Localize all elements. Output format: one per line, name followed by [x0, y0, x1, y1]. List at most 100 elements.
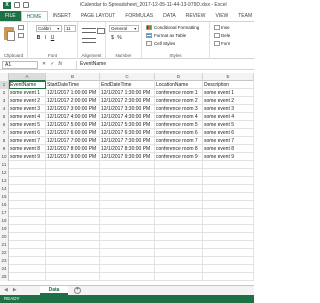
- cell-d5[interactable]: conference room 4: [155, 113, 203, 121]
- cell-c17[interactable]: [100, 209, 155, 217]
- row-header[interactable]: 15: [0, 193, 9, 201]
- cell-a21[interactable]: [9, 241, 46, 249]
- cell-d4[interactable]: conference room 3: [155, 105, 203, 113]
- cell-e22[interactable]: [203, 249, 254, 257]
- tab-insert[interactable]: INSERT: [48, 11, 76, 21]
- cell-e10[interactable]: some event 9: [203, 153, 254, 161]
- row-header[interactable]: 14: [0, 185, 9, 193]
- cell-b16[interactable]: [46, 201, 100, 209]
- cancel-icon[interactable]: ✕: [42, 61, 46, 67]
- cell-e15[interactable]: [203, 193, 254, 201]
- cell-b6[interactable]: 12/1/2017 5:00:00 PM: [46, 121, 100, 129]
- delete-cells-button[interactable]: Dele: [214, 33, 230, 39]
- cell-b13[interactable]: [46, 177, 100, 185]
- cell-b12[interactable]: [46, 169, 100, 177]
- cell-d7[interactable]: conference room 6: [155, 129, 203, 137]
- row-header[interactable]: 9: [0, 145, 9, 153]
- tab-file[interactable]: FILE: [0, 11, 21, 21]
- cell-b9[interactable]: 12/1/2017 8:00:00 PM: [46, 145, 100, 153]
- paste-button[interactable]: [3, 25, 16, 43]
- cell-e20[interactable]: [203, 233, 254, 241]
- cell-d13[interactable]: [155, 177, 203, 185]
- cell-a15[interactable]: [9, 193, 46, 201]
- cell-d2[interactable]: conference room 1: [155, 89, 203, 97]
- cell-d12[interactable]: [155, 169, 203, 177]
- cell-c2[interactable]: 12/1/2017 1:30:00 PM: [100, 89, 155, 97]
- cell-e8[interactable]: some event 7: [203, 137, 254, 145]
- prev-sheet-icon[interactable]: ◀: [4, 287, 8, 293]
- cell-b18[interactable]: [46, 217, 100, 225]
- cell-c3[interactable]: 12/1/2017 2:30:00 PM: [100, 97, 155, 105]
- cell-b20[interactable]: [46, 233, 100, 241]
- cell-a22[interactable]: [9, 249, 46, 257]
- cell-a11[interactable]: [9, 161, 46, 169]
- cell-b8[interactable]: 12/1/2017 7:00:00 PM: [46, 137, 100, 145]
- row-header[interactable]: 18: [0, 217, 9, 225]
- cell-c9[interactable]: 12/1/2017 8:30:00 PM: [100, 145, 155, 153]
- cell-e2[interactable]: some event 1: [203, 89, 254, 97]
- bold-button[interactable]: B: [36, 35, 41, 41]
- align-middle-icon[interactable]: [82, 32, 96, 33]
- cell-a2[interactable]: some event 1: [9, 89, 46, 97]
- row-header[interactable]: 12: [0, 169, 9, 177]
- tab-page-layout[interactable]: PAGE LAYOUT: [76, 11, 121, 21]
- cell-e18[interactable]: [203, 217, 254, 225]
- number-format-select[interactable]: General ▼: [109, 25, 139, 32]
- cell-a12[interactable]: [9, 169, 46, 177]
- cell-a14[interactable]: [9, 185, 46, 193]
- column-header-e[interactable]: E: [203, 73, 254, 81]
- cell-a20[interactable]: [9, 233, 46, 241]
- cell-b4[interactable]: 12/1/2017 3:00:00 PM: [46, 105, 100, 113]
- cell-d24[interactable]: [155, 265, 203, 273]
- cell-d25[interactable]: [155, 273, 203, 281]
- row-header[interactable]: 13: [0, 177, 9, 185]
- underline-button[interactable]: U: [50, 35, 55, 41]
- cell-d1[interactable]: LocationName: [155, 81, 203, 89]
- column-header-a[interactable]: A: [9, 73, 46, 81]
- align-left-icon[interactable]: [82, 38, 96, 39]
- name-box[interactable]: A1: [2, 61, 38, 69]
- cell-b17[interactable]: [46, 209, 100, 217]
- cell-c25[interactable]: [100, 273, 155, 281]
- cell-c12[interactable]: [100, 169, 155, 177]
- cell-e7[interactable]: some event 6: [203, 129, 254, 137]
- cell-b7[interactable]: 12/1/2017 6:00:00 PM: [46, 129, 100, 137]
- row-header[interactable]: 1: [0, 81, 9, 89]
- cell-b21[interactable]: [46, 241, 100, 249]
- align-top-icon[interactable]: [82, 28, 96, 29]
- cell-a4[interactable]: some event 3: [9, 105, 46, 113]
- cell-styles-button[interactable]: Cell Styles: [146, 41, 175, 46]
- row-header[interactable]: 17: [0, 209, 9, 217]
- italic-button[interactable]: I: [43, 35, 48, 41]
- cell-a5[interactable]: some event 4: [9, 113, 46, 121]
- row-header[interactable]: 2: [0, 89, 9, 97]
- cell-c11[interactable]: [100, 161, 155, 169]
- cell-b3[interactable]: 12/1/2017 2:00:00 PM: [46, 97, 100, 105]
- cell-d23[interactable]: [155, 257, 203, 265]
- cell-e4[interactable]: some event 3: [203, 105, 254, 113]
- cell-d10[interactable]: conference room 9: [155, 153, 203, 161]
- row-header[interactable]: 19: [0, 225, 9, 233]
- save-icon[interactable]: [14, 2, 20, 8]
- row-header[interactable]: 5: [0, 113, 9, 121]
- cell-a16[interactable]: [9, 201, 46, 209]
- cell-c19[interactable]: [100, 225, 155, 233]
- row-header[interactable]: 4: [0, 105, 9, 113]
- column-header-c[interactable]: C: [100, 73, 155, 81]
- row-header[interactable]: 6: [0, 121, 9, 129]
- cell-b10[interactable]: 12/1/2017 9:00:00 PM: [46, 153, 100, 161]
- cell-a6[interactable]: some event 5: [9, 121, 46, 129]
- cell-c1[interactable]: EndDateTime: [100, 81, 155, 89]
- format-cells-button[interactable]: Forn: [214, 41, 230, 47]
- insert-function-icon[interactable]: fx: [58, 61, 62, 67]
- row-header[interactable]: 8: [0, 137, 9, 145]
- cell-e12[interactable]: [203, 169, 254, 177]
- cell-c6[interactable]: 12/1/2017 5:30:00 PM: [100, 121, 155, 129]
- tab-formulas[interactable]: FORMULAS: [120, 11, 158, 21]
- cell-b14[interactable]: [46, 185, 100, 193]
- tab-team[interactable]: TEAM: [233, 11, 257, 21]
- sheet-tab-data[interactable]: Data: [40, 286, 68, 295]
- tab-review[interactable]: REVIEW: [181, 11, 211, 21]
- cell-b24[interactable]: [46, 265, 100, 273]
- cell-b2[interactable]: 12/1/2017 1:00:00 PM: [46, 89, 100, 97]
